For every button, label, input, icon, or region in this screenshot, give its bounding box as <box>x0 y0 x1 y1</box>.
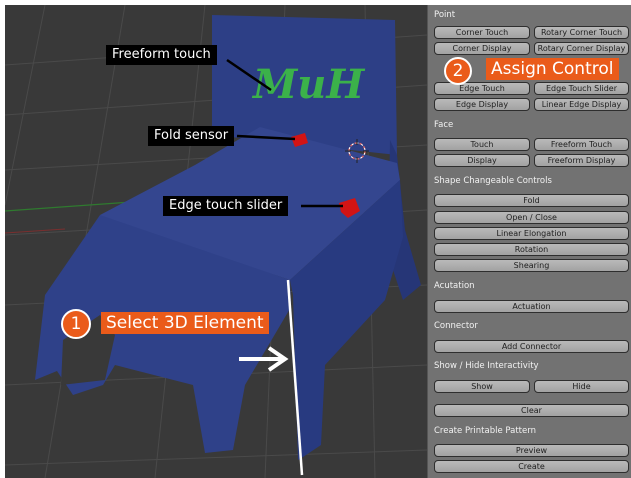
linear-elongation-button[interactable]: Linear Elongation <box>434 227 629 240</box>
interactivity-section-title: Show / Hide Interactivity <box>434 361 539 371</box>
step-1-badge: 1 <box>61 309 91 339</box>
edge-touch-slider-label: Edge touch slider <box>163 196 289 216</box>
pattern-section-title: Create Printable Pattern <box>434 426 536 436</box>
actuation-button[interactable]: Actuation <box>434 300 629 313</box>
shearing-button[interactable]: Shearing <box>434 259 629 272</box>
tool-panel: Point Corner Touch Rotary Corner Touch C… <box>427 5 631 478</box>
freeform-display-button[interactable]: Freeform Display <box>534 154 629 167</box>
preview-button[interactable]: Preview <box>434 444 629 457</box>
corner-touch-button[interactable]: Corner Touch <box>434 26 530 39</box>
actuation-section-title: Acutation <box>434 281 475 291</box>
viewport-scene[interactable]: MuH <box>5 5 427 478</box>
shape-section-title: Shape Changeable Controls <box>434 176 552 186</box>
freeform-drawing: MuH <box>251 61 365 108</box>
screenshot-frame: MuH Freeform touch Fold sensor Edge touc… <box>5 5 631 478</box>
rotary-corner-touch-button[interactable]: Rotary Corner Touch <box>534 26 629 39</box>
linear-edge-display-button[interactable]: Linear Edge Display <box>534 98 629 111</box>
face-touch-button[interactable]: Touch <box>434 138 530 151</box>
step-2-badge: 2 <box>444 57 472 85</box>
edge-display-button[interactable]: Edge Display <box>434 98 530 111</box>
freeform-touch-button[interactable]: Freeform Touch <box>534 138 629 151</box>
face-section-title: Face <box>434 120 454 130</box>
edge-touch-slider-button[interactable]: Edge Touch Slider <box>534 82 629 95</box>
face-display-button[interactable]: Display <box>434 154 530 167</box>
open-close-button[interactable]: Open / Close <box>434 211 629 224</box>
step-1-label: Select 3D Element <box>101 312 269 334</box>
rotation-button[interactable]: Rotation <box>434 243 629 256</box>
connector-section-title: Connector <box>434 321 478 331</box>
edge-touch-button[interactable]: Edge Touch <box>434 82 530 95</box>
clear-button[interactable]: Clear <box>434 404 629 417</box>
fold-button[interactable]: Fold <box>434 194 629 207</box>
hide-button[interactable]: Hide <box>534 380 629 393</box>
create-button[interactable]: Create <box>434 460 629 473</box>
step-2-label: Assign Control <box>486 58 619 80</box>
freeform-touch-label: Freeform touch <box>106 45 217 65</box>
add-connector-button[interactable]: Add Connector <box>434 340 629 353</box>
fold-sensor-label: Fold sensor <box>148 126 235 146</box>
point-section-title: Point <box>434 10 456 20</box>
rotary-corner-display-button[interactable]: Rotary Corner Display <box>534 42 629 55</box>
3d-viewport[interactable]: MuH Freeform touch Fold sensor Edge touc… <box>5 5 427 478</box>
corner-display-button[interactable]: Corner Display <box>434 42 530 55</box>
show-button[interactable]: Show <box>434 380 530 393</box>
